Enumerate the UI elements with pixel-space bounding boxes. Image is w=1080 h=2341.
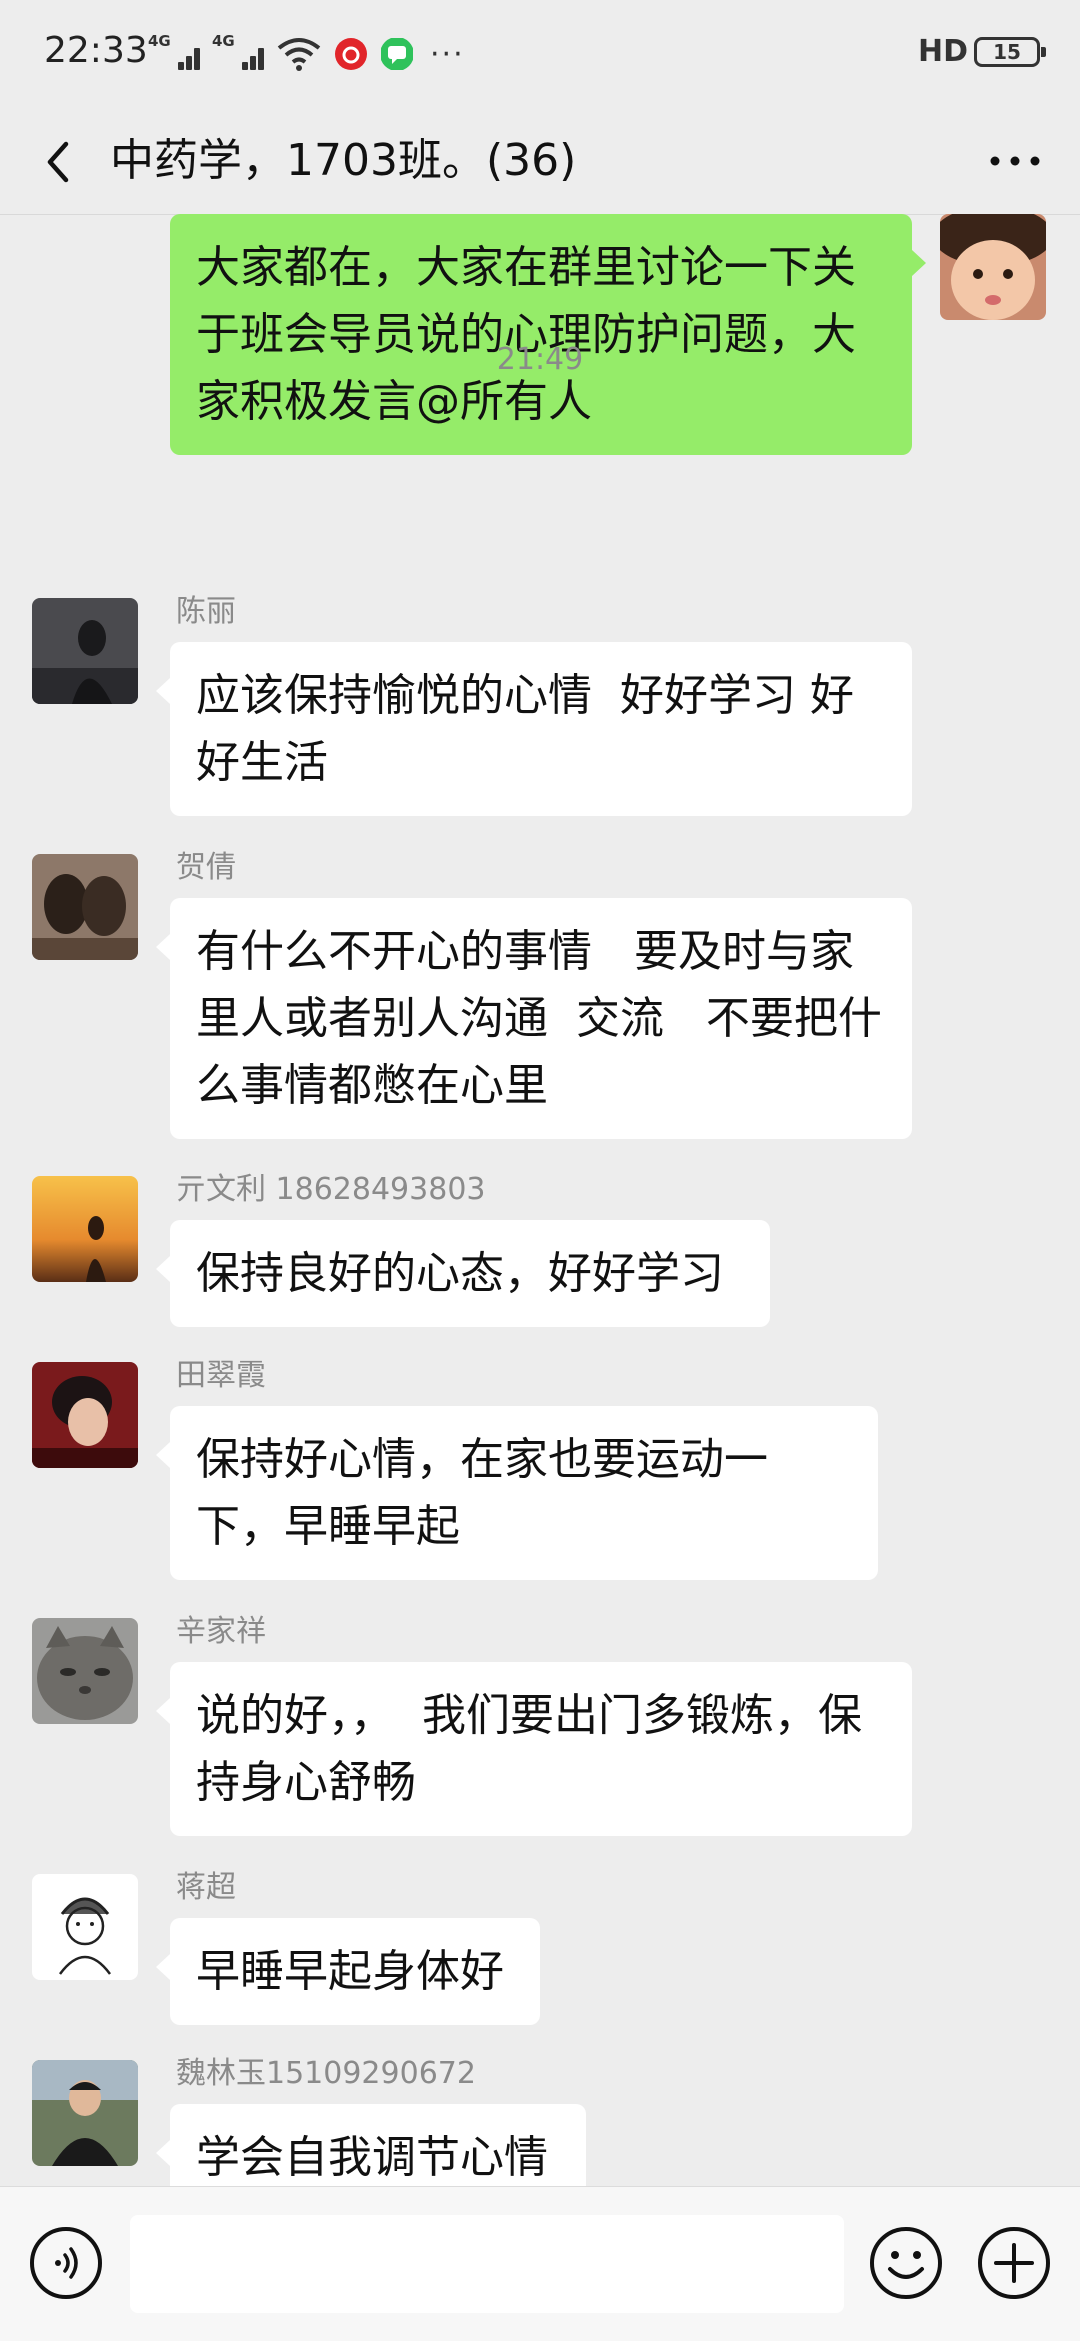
sender-name: 魏林玉15109290672 bbox=[176, 2056, 476, 2091]
chat-message-list[interactable]: 大家都在，大家在群里讨论一下关于班会导员说的心理防护问题，大家积极发言@所有人 … bbox=[0, 214, 1080, 2186]
message-bubble[interactable]: 说的好，， 我们要出门多锻炼，保持身心舒畅 bbox=[156, 1662, 912, 1836]
avatar-self[interactable] bbox=[940, 214, 1046, 320]
message-bubble[interactable]: 学会自我调节心情 bbox=[156, 2104, 586, 2186]
wifi-icon bbox=[277, 38, 321, 71]
avatar[interactable] bbox=[32, 854, 138, 960]
voice-input-icon[interactable] bbox=[28, 2225, 104, 2301]
plus-icon[interactable] bbox=[976, 2225, 1052, 2301]
sender-name: 陈丽 bbox=[176, 594, 236, 629]
battery-icon: 15 bbox=[974, 36, 1046, 67]
network-type-label: 4G bbox=[212, 32, 235, 50]
avatar[interactable] bbox=[32, 598, 138, 704]
status-right: HD 15 bbox=[917, 34, 1046, 69]
chat-input-bar bbox=[0, 2186, 1080, 2341]
avatar[interactable] bbox=[32, 1874, 138, 1980]
message-timestamp: 21:49 bbox=[496, 342, 584, 377]
emoji-icon[interactable] bbox=[868, 2225, 944, 2301]
message-bubble[interactable]: 保持良好的心态，好好学习 bbox=[156, 1220, 770, 1327]
status-icons: 4G 4G ··· bbox=[148, 32, 465, 74]
chat-header: 中药学，1703班。(36) bbox=[0, 110, 1080, 215]
sender-name: 辛家祥 bbox=[176, 1614, 266, 1649]
sender-name: 贺倩 bbox=[176, 850, 236, 885]
message-bubble[interactable]: 保持好心情，在家也要运动一下，早睡早起 bbox=[156, 1406, 878, 1580]
message-bubble[interactable]: 早睡早起身体好 bbox=[156, 1918, 540, 2025]
status-time: 22:33 bbox=[44, 30, 148, 71]
hd-indicator: HD bbox=[917, 34, 968, 69]
message-input[interactable] bbox=[130, 2215, 844, 2313]
chat-title: 中药学，1703班。(36) bbox=[110, 135, 577, 186]
sender-name: 亓文利 18628493803 bbox=[176, 1172, 486, 1207]
message-bubble[interactable]: 应该保持愉悦的心情 好好学习 好好生活 bbox=[156, 642, 912, 816]
status-bar: 22:33 4G 4G ··· HD 15 bbox=[0, 0, 1080, 110]
signal-icon: 4G bbox=[212, 32, 264, 72]
netease-music-icon bbox=[335, 38, 367, 70]
more-options-icon[interactable] bbox=[980, 136, 1050, 186]
network-type-label: 4G bbox=[148, 32, 171, 50]
avatar[interactable] bbox=[32, 1618, 138, 1724]
avatar[interactable] bbox=[32, 1176, 138, 1282]
avatar[interactable] bbox=[32, 2060, 138, 2166]
avatar[interactable] bbox=[32, 1362, 138, 1468]
battery-level: 15 bbox=[993, 39, 1021, 64]
outgoing-message-bubble[interactable]: 大家都在，大家在群里讨论一下关于班会导员说的心理防护问题，大家积极发言@所有人 bbox=[170, 214, 926, 455]
back-arrow-icon[interactable] bbox=[30, 132, 90, 192]
more-notifications-icon: ··· bbox=[430, 36, 465, 72]
signal-icon: 4G bbox=[148, 32, 200, 72]
sender-name: 田翠霞 bbox=[176, 1358, 266, 1393]
message-bubble[interactable]: 有什么不开心的事情 要及时与家里人或者别人沟通 交流 不要把什么事情都憋在心里 bbox=[156, 898, 912, 1139]
message-app-icon bbox=[381, 38, 413, 70]
sender-name: 蒋超 bbox=[176, 1870, 236, 1905]
